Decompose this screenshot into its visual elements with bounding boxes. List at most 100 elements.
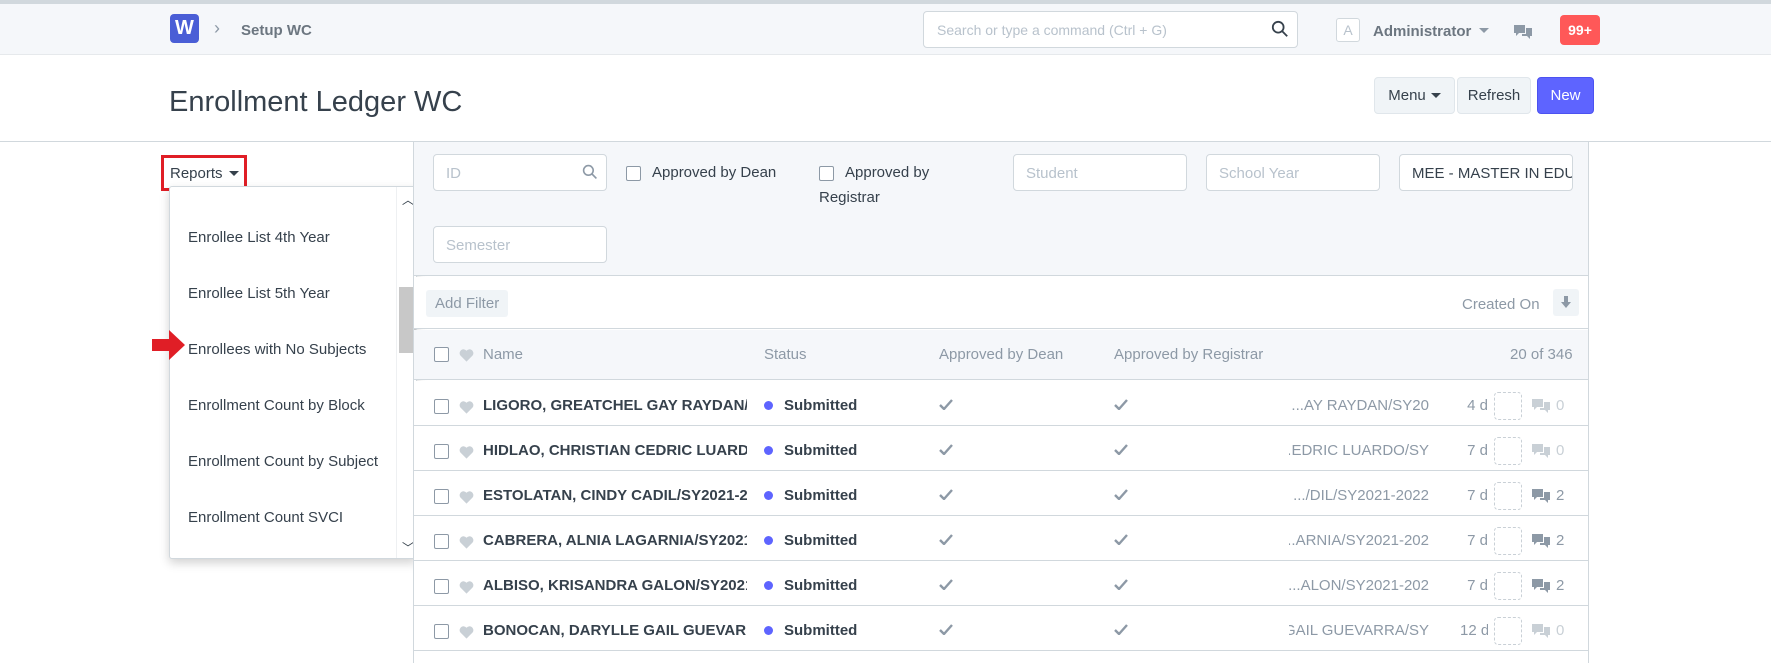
caret-down-icon xyxy=(228,170,239,176)
row-checkbox[interactable] xyxy=(434,489,449,504)
row-title-truncated: GAIL GUEVARRA/SY... xyxy=(1289,622,1429,639)
row-checkbox[interactable] xyxy=(434,624,449,639)
table-row[interactable]: ESTOLATAN, CINDY CADIL/SY2021-2022 Submi… xyxy=(414,471,1588,516)
check-icon xyxy=(1114,624,1128,635)
row-name[interactable]: LIGORO, GREATCHEL GAY RAYDAN/SY2021-2022 xyxy=(483,397,747,414)
caret-down-icon xyxy=(1430,93,1441,98)
dropdown-item[interactable]: Enrollees with No Subjects xyxy=(188,341,366,358)
assign-avatar[interactable] xyxy=(1494,437,1522,465)
avatar[interactable]: A xyxy=(1336,18,1360,42)
comment-icon xyxy=(1532,578,1550,593)
chat-icon[interactable] xyxy=(1513,24,1533,40)
add-filter-button[interactable]: Add Filter xyxy=(426,290,509,317)
row-title-truncated: EDRIC LUARDO/SY... xyxy=(1289,442,1429,459)
approved-by-registrar-checkbox[interactable] xyxy=(819,166,834,181)
arrow-right-icon xyxy=(152,330,185,360)
row-modified-age: 7 d xyxy=(1467,487,1488,504)
semester-input[interactable]: Semester xyxy=(433,226,607,263)
status-dot-icon xyxy=(764,536,773,545)
row-name[interactable]: CABRERA, ALNIA LAGARNIA/SY2021-2022 xyxy=(483,532,747,549)
table-row[interactable]: LIGORO, GREATCHEL GAY RAYDAN/SY2021-2022… xyxy=(414,381,1588,426)
status-badge: Submitted xyxy=(764,532,857,549)
table-row[interactable]: BONOCAN, DARYLLE GAIL GUEVARRA/SY2021-20… xyxy=(414,606,1588,651)
id-input[interactable]: ID xyxy=(433,154,607,191)
heart-icon[interactable] xyxy=(459,348,474,362)
select-all-checkbox[interactable] xyxy=(434,347,449,362)
column-approved-by-registrar: Approved by Registrar xyxy=(1114,346,1264,363)
search-icon[interactable] xyxy=(1271,20,1289,38)
comment-count[interactable]: 2 xyxy=(1531,577,1564,594)
status-badge: Submitted xyxy=(764,397,857,414)
chevron-right-icon: › xyxy=(214,18,220,38)
heart-icon[interactable] xyxy=(459,400,474,414)
comment-count[interactable]: 0 xyxy=(1531,622,1564,639)
dropdown-item[interactable]: Enrollee List 4th Year xyxy=(188,229,330,246)
comment-count[interactable]: 0 xyxy=(1531,442,1564,459)
row-checkbox[interactable] xyxy=(434,579,449,594)
row-name[interactable]: BONOCAN, DARYLLE GAIL GUEVARRA/SY2021-20… xyxy=(483,622,747,639)
assign-avatar[interactable] xyxy=(1494,617,1522,645)
student-input[interactable]: Student xyxy=(1013,154,1187,191)
user-menu[interactable]: Administrator xyxy=(1373,23,1471,40)
comment-count-value: 0 xyxy=(1556,622,1565,639)
menu-button[interactable]: Menu xyxy=(1374,77,1455,114)
school-year-input[interactable]: School Year xyxy=(1206,154,1380,191)
row-checkbox[interactable] xyxy=(434,534,449,549)
assign-avatar[interactable] xyxy=(1494,527,1522,555)
app-logo[interactable]: W xyxy=(170,14,199,43)
row-modified-age: 12 d xyxy=(1460,622,1488,639)
column-approved-by-dean: Approved by Dean xyxy=(939,346,1064,363)
table-row[interactable]: HIDLAO, CHRISTIAN CEDRIC LUARDO/SY2021-2… xyxy=(414,426,1588,471)
comment-count[interactable]: 2 xyxy=(1531,487,1564,504)
dropdown-item[interactable]: Enrollee List 5th Year xyxy=(188,285,330,302)
breadcrumb[interactable]: Setup WC xyxy=(241,22,312,39)
refresh-button[interactable]: Refresh xyxy=(1457,77,1531,114)
assign-avatar[interactable] xyxy=(1494,572,1522,600)
search-input[interactable]: Search or type a command (Ctrl + G) xyxy=(923,11,1298,48)
status-dot-icon xyxy=(764,446,773,455)
page-title: Enrollment Ledger WC xyxy=(169,86,463,118)
row-title-truncated: AY RAYDAN/SY20... xyxy=(1291,397,1429,414)
assign-avatar[interactable] xyxy=(1494,482,1522,510)
comment-count-value: 0 xyxy=(1556,397,1565,414)
search-placeholder: Search or type a command (Ctrl + G) xyxy=(937,22,1167,38)
navbar: W › Setup WC Search or type a command (C… xyxy=(0,0,1771,55)
status-badge: Submitted xyxy=(764,442,857,459)
caret-down-icon[interactable] xyxy=(1479,28,1489,33)
dropdown-item[interactable]: Enrollment Count by Block xyxy=(188,397,365,414)
row-name[interactable]: ESTOLATAN, CINDY CADIL/SY2021-2022 xyxy=(483,487,747,504)
notification-badge[interactable]: 99+ xyxy=(1560,15,1600,45)
heart-icon[interactable] xyxy=(459,580,474,594)
check-icon xyxy=(939,534,953,545)
heart-icon[interactable] xyxy=(459,535,474,549)
dropdown-item[interactable]: Enrollment Count by Subject xyxy=(188,453,378,470)
comment-count[interactable]: 2 xyxy=(1531,532,1564,549)
search-icon xyxy=(582,164,597,179)
table-row[interactable]: CABRERA, ALNIA LAGARNIA/SY2021-2022 Subm… xyxy=(414,516,1588,561)
program-input[interactable]: MEE - MASTER IN EDUCATION xyxy=(1399,154,1573,191)
dropdown-item[interactable]: Enrollment Count SVCI xyxy=(188,509,343,526)
row-checkbox[interactable] xyxy=(434,399,449,414)
heart-icon[interactable] xyxy=(459,490,474,504)
status-badge: Submitted xyxy=(764,577,857,594)
heart-icon[interactable] xyxy=(459,445,474,459)
row-name[interactable]: ALBISO, KRISANDRA GALON/SY2021-2022 xyxy=(483,577,747,594)
row-modified-age: 7 d xyxy=(1467,442,1488,459)
assign-avatar[interactable] xyxy=(1494,392,1522,420)
status-text: Submitted xyxy=(784,397,858,414)
row-checkbox[interactable] xyxy=(434,444,449,459)
check-icon xyxy=(1114,489,1128,500)
table-row[interactable]: ALBISO, KRISANDRA GALON/SY2021-2022 Subm… xyxy=(414,561,1588,606)
row-name[interactable]: HIDLAO, CHRISTIAN CEDRIC LUARDO/SY2021-2… xyxy=(483,442,747,459)
new-button[interactable]: New xyxy=(1537,77,1594,114)
comment-icon xyxy=(1532,533,1550,548)
id-placeholder: ID xyxy=(446,165,461,182)
comment-count[interactable]: 0 xyxy=(1531,397,1564,414)
check-icon xyxy=(1114,399,1128,410)
sort-order-button[interactable] xyxy=(1553,289,1579,316)
row-modified-age: 4 d xyxy=(1467,397,1488,414)
sort-by-selector[interactable]: Created On xyxy=(1462,296,1540,313)
comment-icon xyxy=(1532,443,1550,458)
approved-by-dean-checkbox[interactable] xyxy=(626,166,641,181)
heart-icon[interactable] xyxy=(459,625,474,639)
